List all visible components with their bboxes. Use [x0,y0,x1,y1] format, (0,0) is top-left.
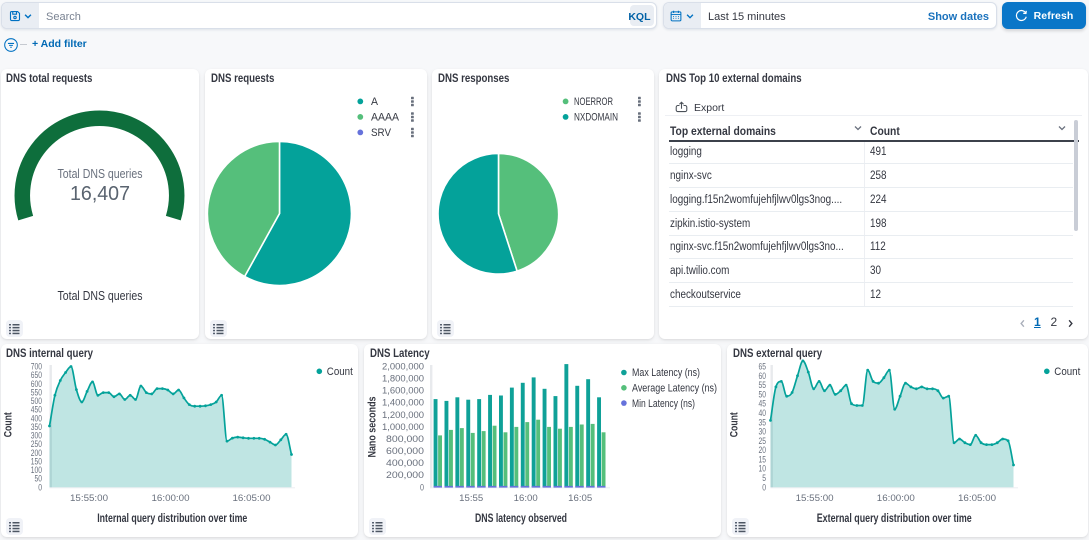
svg-text:600,000: 600,000 [386,446,424,456]
svg-text:16:05:00: 16:05:00 [233,493,271,504]
svg-text:16:05: 16:05 [568,493,592,504]
svg-text:1,800,000: 1,800,000 [382,374,424,384]
svg-text:16:00: 16:00 [514,493,538,504]
svg-text:SRV: SRV [371,127,392,139]
svg-text:Min Latency (ns): Min Latency (ns) [632,398,695,410]
svg-text:External query distribution ov: External query distribution over time [817,511,972,525]
svg-text:800,000: 800,000 [386,434,424,444]
svg-text:Nano seconds: Nano seconds [367,397,379,458]
svg-text:2,000,000: 2,000,000 [382,362,424,372]
svg-text:0: 0 [762,482,766,492]
svg-text:NXDOMAIN: NXDOMAIN [574,112,618,124]
svg-text:Count: Count [729,412,741,437]
svg-text:16:00:00: 16:00:00 [152,493,190,504]
svg-text:NOERROR: NOERROR [574,96,613,108]
svg-text:16:05:00: 16:05:00 [958,493,996,504]
svg-text:15:55:00: 15:55:00 [796,493,834,504]
svg-text:Total DNS queries: Total DNS queries [58,289,143,303]
svg-text:Average Latency (ns): Average Latency (ns) [632,383,717,395]
svg-text:1,400,000: 1,400,000 [382,398,424,408]
svg-text:Internal query distribution ov: Internal query distribution over time [97,511,247,525]
svg-text:Count: Count [1054,366,1080,378]
svg-text:Max Latency (ns): Max Latency (ns) [632,367,700,379]
svg-text:0: 0 [38,482,42,492]
svg-text:400,000: 400,000 [386,458,424,468]
svg-text:16,407: 16,407 [70,182,130,205]
svg-text:0: 0 [420,482,424,492]
svg-text:1,200,000: 1,200,000 [382,410,424,420]
svg-text:16:00:00: 16:00:00 [877,493,915,504]
svg-text:DNS latency observed: DNS latency observed [475,511,567,525]
svg-text:A: A [371,96,379,108]
svg-text:Count: Count [3,412,15,437]
svg-text:15:55:00: 15:55:00 [70,493,108,504]
svg-text:15:55: 15:55 [459,493,483,504]
svg-text:1,600,000: 1,600,000 [382,386,424,396]
svg-text:AAAA: AAAA [371,112,400,124]
svg-text:Count: Count [327,366,353,378]
svg-text:200,000: 200,000 [386,470,424,480]
svg-text:Total DNS queries: Total DNS queries [58,167,143,181]
svg-text:1,000,000: 1,000,000 [382,422,424,432]
